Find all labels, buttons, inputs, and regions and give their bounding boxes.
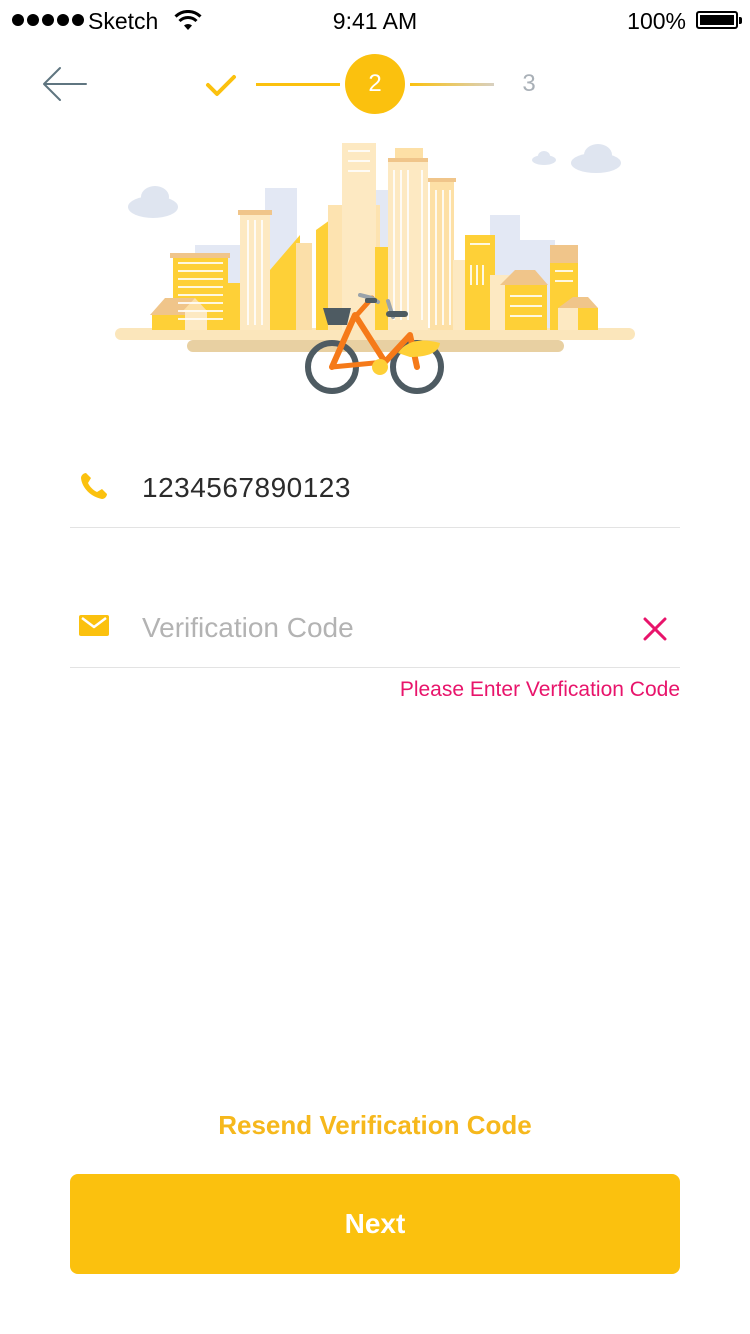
verification-code-input[interactable] [142, 606, 612, 650]
step-connector [410, 83, 494, 86]
battery-percentage: 100% [627, 8, 686, 34]
status-bar: Sketch 9:41 AM 100% [0, 0, 750, 42]
step-next-indicator: 3 [522, 70, 536, 97]
verification-code-field[interactable] [70, 588, 680, 668]
phone-icon [81, 473, 107, 499]
city-bike-illustration [115, 143, 635, 394]
step-completed-check-icon [206, 75, 236, 96]
mail-icon [79, 615, 109, 636]
phone-number-value: 1234567890123 [142, 472, 351, 503]
next-button[interactable]: Next [70, 1174, 680, 1274]
step-connector [256, 83, 340, 86]
resend-code-link[interactable]: Resend Verification Code [0, 1110, 750, 1141]
battery-icon [696, 11, 742, 29]
verification-error-message: Please Enter Verfication Code [399, 678, 680, 701]
phone-number-field[interactable]: 1234567890123 [70, 448, 680, 528]
clear-input-icon[interactable] [638, 612, 672, 646]
progress-stepper: 2 3 [0, 54, 750, 114]
step-current-indicator: 2 [345, 54, 405, 114]
